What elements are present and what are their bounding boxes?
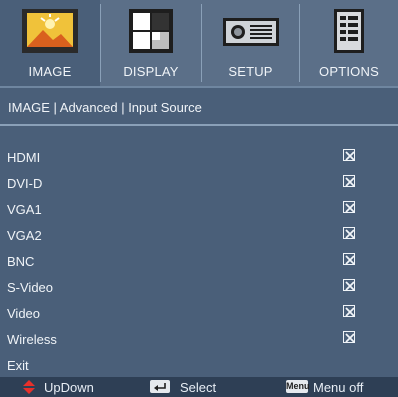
display-icon bbox=[128, 8, 174, 54]
tab-display[interactable]: DISPLAY bbox=[101, 0, 201, 86]
list-item-label: VGA2 bbox=[7, 228, 42, 243]
menu-off-hint: Menu off bbox=[313, 380, 364, 395]
checkbox-checked-icon[interactable] bbox=[343, 253, 355, 265]
list-item-label: Video bbox=[7, 306, 41, 321]
menu-key-icon: Menu bbox=[286, 380, 310, 393]
checkbox-checked-icon[interactable] bbox=[343, 201, 355, 213]
input-source-list: HDMI DVI-D VGA1 VGA2 BNC S-Video Video W… bbox=[0, 126, 398, 379]
checkbox-checked-icon[interactable] bbox=[343, 279, 355, 291]
list-item-video[interactable]: Video bbox=[0, 300, 398, 326]
projector-icon bbox=[222, 12, 280, 52]
tab-options-label: OPTIONS bbox=[319, 64, 379, 79]
updown-arrows-icon bbox=[22, 380, 36, 394]
tab-image[interactable]: IMAGE bbox=[0, 0, 100, 86]
list-item-label: BNC bbox=[7, 254, 35, 269]
enter-key-icon bbox=[150, 380, 170, 393]
checkbox-checked-icon[interactable] bbox=[343, 305, 355, 317]
tab-bar: IMAGE DISPLAY SETUP OPTIONS bbox=[0, 0, 398, 86]
exit-label: Exit bbox=[7, 358, 29, 373]
list-item-wireless[interactable]: Wireless bbox=[0, 326, 398, 352]
checkbox-checked-icon[interactable] bbox=[343, 175, 355, 187]
list-item-dvi-d[interactable]: DVI-D bbox=[0, 170, 398, 196]
list-item-label: Wireless bbox=[7, 332, 57, 347]
list-item-label: S-Video bbox=[7, 280, 54, 295]
tab-setup-label: SETUP bbox=[228, 64, 273, 79]
list-item-hdmi[interactable]: HDMI bbox=[0, 144, 398, 170]
options-icon bbox=[333, 8, 365, 54]
list-item-bnc[interactable]: BNC bbox=[0, 248, 398, 274]
tab-options[interactable]: OPTIONS bbox=[300, 0, 398, 86]
list-item-label: DVI-D bbox=[7, 176, 43, 191]
checkbox-checked-icon[interactable] bbox=[343, 331, 355, 343]
list-item-s-video[interactable]: S-Video bbox=[0, 274, 398, 300]
tab-image-label: IMAGE bbox=[28, 64, 72, 79]
tab-display-label: DISPLAY bbox=[123, 64, 179, 79]
osd-menu: IMAGE DISPLAY SETUP OPTIONS IMAGE | Adva… bbox=[0, 0, 398, 397]
list-item-label: VGA1 bbox=[7, 202, 42, 217]
list-item-label: HDMI bbox=[7, 150, 41, 165]
breadcrumb-text: IMAGE | Advanced | Input Source bbox=[8, 100, 202, 115]
exit-item[interactable]: Exit bbox=[0, 352, 398, 378]
image-icon bbox=[21, 8, 79, 54]
list-item-vga1[interactable]: VGA1 bbox=[0, 196, 398, 222]
list-item-vga2[interactable]: VGA2 bbox=[0, 222, 398, 248]
breadcrumb: IMAGE | Advanced | Input Source bbox=[0, 86, 398, 126]
footer-hints: UpDown Select Menu Menu off bbox=[0, 377, 398, 397]
checkbox-checked-icon[interactable] bbox=[343, 227, 355, 239]
updown-hint: UpDown bbox=[44, 380, 94, 395]
tab-setup[interactable]: SETUP bbox=[202, 0, 299, 86]
checkbox-checked-icon[interactable] bbox=[343, 149, 355, 161]
select-hint: Select bbox=[180, 380, 217, 395]
